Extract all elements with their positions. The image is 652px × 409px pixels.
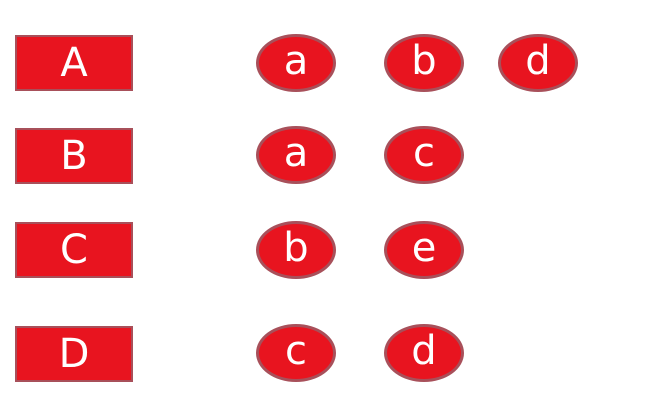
item-B-2: c bbox=[384, 126, 464, 184]
node-B: B bbox=[15, 128, 133, 184]
node-A: A bbox=[15, 35, 133, 91]
item-B-1: a bbox=[256, 126, 336, 184]
item-D-2: d bbox=[384, 324, 464, 382]
item-A-2: b bbox=[384, 34, 464, 92]
node-D: D bbox=[15, 326, 133, 382]
item-A-1: a bbox=[256, 34, 336, 92]
item-C-2: e bbox=[384, 221, 464, 279]
item-D-1: c bbox=[256, 324, 336, 382]
node-C: C bbox=[15, 222, 133, 278]
item-A-3: d bbox=[498, 34, 578, 92]
item-C-1: b bbox=[256, 221, 336, 279]
